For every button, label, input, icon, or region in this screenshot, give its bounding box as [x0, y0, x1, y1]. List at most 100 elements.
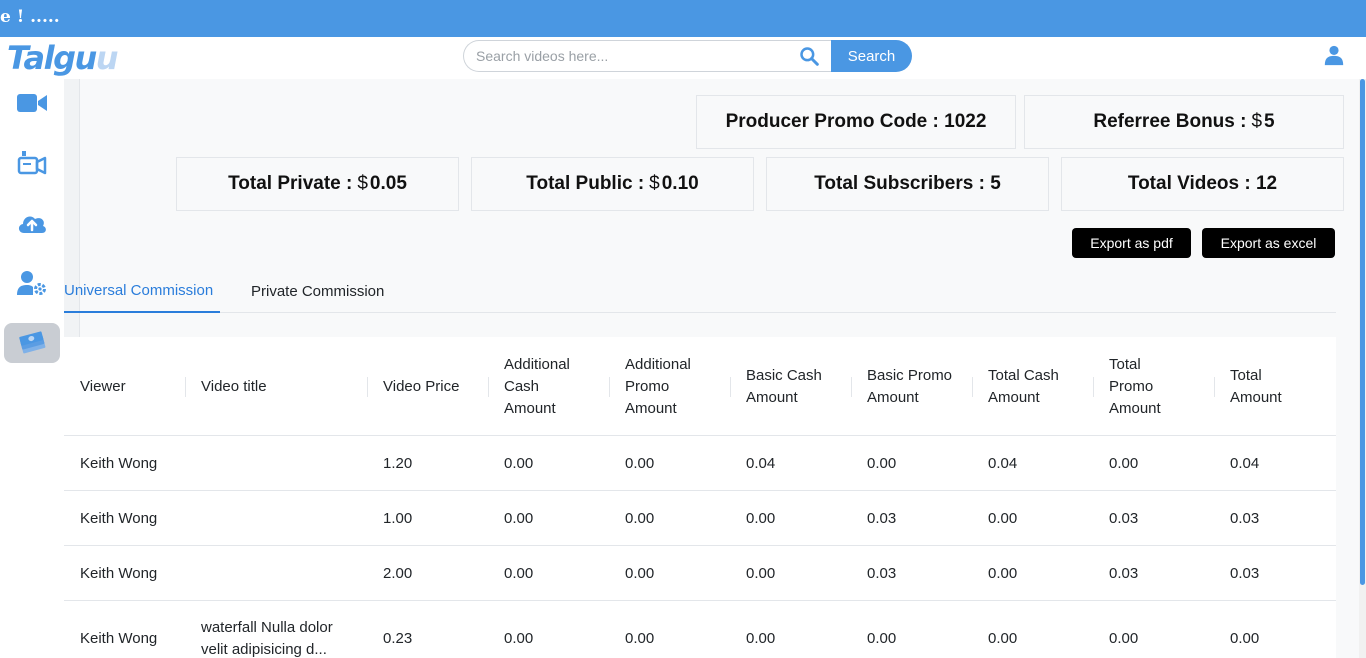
video-camera-icon: [17, 94, 47, 112]
table-cell: 0.00: [625, 630, 655, 647]
table-cell: Keith Wong: [80, 564, 158, 582]
cloud-upload-icon: [18, 216, 46, 233]
total-private-value: 0.05: [369, 173, 407, 194]
table-cell: 0.23: [383, 630, 413, 647]
table-cell: [185, 436, 350, 490]
total-public-label: Total Public :: [526, 173, 645, 194]
table-header: Viewer Video title Video Price Additiona…: [64, 337, 1336, 436]
table-cell: 0.03: [1109, 509, 1139, 527]
total-subscribers-value: 5: [990, 173, 1001, 194]
table-cell: 0.03: [867, 564, 897, 582]
column-header-total-amount[interactable]: Total Amount: [1214, 337, 1336, 436]
sidebar-item-upload-video[interactable]: [4, 143, 60, 183]
total-subscribers-label: Total Subscribers :: [814, 173, 985, 194]
table-cell: 0.03: [867, 509, 897, 527]
table-cell: 0.03: [1230, 564, 1260, 582]
table-row[interactable]: Keith Wong 1.00 0.00 0.00 0.00 0.03 0.00 0.03 0.…: [64, 491, 1336, 546]
table-cell: 0.04: [746, 454, 776, 472]
table-cell: [185, 546, 350, 600]
sidebar-item-videos[interactable]: [4, 83, 60, 123]
column-header-additional-promo[interactable]: Additional Promo Amount: [609, 337, 730, 436]
table-row[interactable]: Keith Wong waterfall Nulla dolor velit ad…: [64, 601, 1336, 658]
table-cell: waterfall Nulla dolor velit adipisicing …: [201, 618, 333, 658]
table-cell: 0.00: [746, 564, 776, 582]
table-cell: 0.00: [625, 509, 655, 527]
table-cell: 0.00: [625, 564, 655, 582]
column-header-viewer[interactable]: Viewer: [64, 337, 185, 436]
logo-main-text: Talgu: [7, 39, 97, 77]
announcement-ticker: e ! .....: [0, 0, 1366, 37]
table-body: Keith Wong 1.20 0.00 0.00 0.04 0.00 0.04 0.00 0.…: [64, 436, 1336, 658]
search-bar: Search: [463, 40, 912, 72]
total-private-card: Total Private : $0.05: [176, 157, 459, 211]
referree-bonus-card: Referree Bonus : $5: [1024, 95, 1344, 149]
referree-bonus-value: 5: [1264, 111, 1275, 132]
search-icon[interactable]: [799, 46, 819, 66]
table-cell: Keith Wong: [80, 630, 158, 647]
table-cell: 0.04: [988, 454, 1018, 472]
table-cell: [185, 491, 350, 545]
column-header-video-price[interactable]: Video Price: [367, 337, 488, 436]
total-subscribers-card: Total Subscribers : 5: [766, 157, 1049, 211]
table-cell: 0.00: [625, 454, 655, 472]
total-videos-value: 12: [1255, 173, 1278, 194]
table-cell: 0.00: [746, 630, 776, 647]
tab-private-commission[interactable]: Private Commission: [251, 270, 401, 313]
column-header-total-promo[interactable]: Total Promo Amount: [1093, 337, 1214, 436]
search-button[interactable]: Search: [831, 40, 912, 72]
total-videos-card: Total Videos : 12: [1061, 157, 1344, 211]
table-cell: Keith Wong: [80, 509, 158, 527]
video-upload-camera-icon: [17, 151, 47, 175]
commission-tabs: Universal Commission Private Commission: [64, 270, 1336, 313]
total-videos-label: Total Videos :: [1127, 173, 1251, 194]
total-public-card: Total Public : $0.10: [471, 157, 754, 211]
table-cell: 0.00: [1109, 630, 1139, 647]
ticker-text: e ! .....: [0, 7, 60, 27]
table-cell: Keith Wong: [80, 454, 158, 472]
logo-tail-text: u: [95, 39, 119, 77]
total-private-currency: $: [357, 173, 368, 194]
table-cell: 0.00: [504, 509, 534, 527]
table-cell: 0.00: [867, 630, 897, 647]
referree-bonus-label: Referree Bonus :: [1093, 111, 1247, 132]
table-cell: 0.00: [504, 454, 534, 472]
producer-promo-card: Producer Promo Code : 1022: [696, 95, 1016, 149]
export-excel-button[interactable]: Export as excel: [1202, 228, 1335, 258]
table-row[interactable]: Keith Wong 1.20 0.00 0.00 0.04 0.00 0.04 0.00 0.…: [64, 436, 1336, 491]
table-cell: 0.04: [1230, 454, 1260, 472]
money-stack-icon: [19, 331, 46, 354]
column-header-video-title[interactable]: Video title: [185, 337, 367, 436]
top-header: Talgu u Search: [0, 37, 1366, 79]
sidebar: [0, 79, 64, 658]
sidebar-item-cloud-upload[interactable]: [4, 203, 60, 243]
table-cell: 0.00: [1109, 454, 1139, 472]
tab-universal-commission[interactable]: Universal Commission: [64, 270, 220, 313]
table-cell: 0.00: [988, 509, 1018, 527]
logo[interactable]: Talgu u: [7, 37, 119, 79]
search-input[interactable]: [463, 40, 831, 72]
table-cell: 0.00: [504, 630, 534, 647]
export-pdf-button[interactable]: Export as pdf: [1072, 228, 1191, 258]
table-cell: 0.00: [504, 564, 534, 582]
user-settings-icon: [17, 271, 46, 295]
commission-table: Viewer Video title Video Price Additiona…: [64, 337, 1336, 658]
table-row[interactable]: Keith Wong 2.00 0.00 0.00 0.00 0.03 0.00 0.03 0.…: [64, 546, 1336, 601]
producer-promo-value: 1022: [944, 111, 987, 132]
sidebar-item-user-settings[interactable]: [4, 263, 60, 303]
scrollbar-thumb[interactable]: [1360, 79, 1365, 585]
total-public-value: 0.10: [661, 173, 699, 194]
sidebar-item-earnings[interactable]: [4, 323, 60, 363]
column-header-basic-cash[interactable]: Basic Cash Amount: [730, 337, 851, 436]
page-scrollbar[interactable]: [1359, 79, 1366, 658]
column-header-total-cash[interactable]: Total Cash Amount: [972, 337, 1093, 436]
column-header-basic-promo[interactable]: Basic Promo Amount: [851, 337, 972, 436]
table-cell: 0.03: [1230, 509, 1260, 527]
user-icon[interactable]: [1323, 44, 1345, 66]
table-cell: 0.00: [1230, 630, 1260, 647]
table-cell: 1.00: [383, 509, 413, 527]
column-header-additional-cash[interactable]: Additional Cash Amount: [488, 337, 609, 436]
table-cell: 0.00: [746, 509, 776, 527]
table-cell: 2.00: [383, 564, 413, 582]
table-cell: 0.03: [1109, 564, 1139, 582]
table-cell: 0.00: [988, 564, 1018, 582]
